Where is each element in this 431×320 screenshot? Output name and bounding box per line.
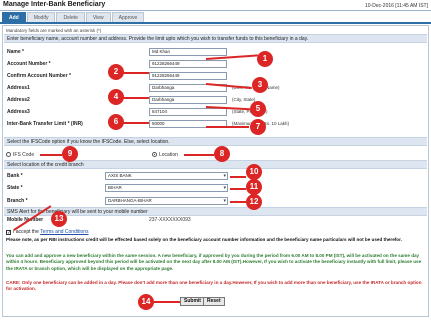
marker-arrow-7 [206, 126, 249, 128]
marker-11: 11 [246, 179, 262, 195]
marker-12: 12 [246, 194, 262, 210]
marker-10: 10 [246, 164, 262, 180]
label-branch: Branch * [7, 198, 28, 204]
label-bank: Bank * [7, 173, 23, 179]
label-address1: Address1 [7, 85, 30, 91]
terms-checkbox[interactable]: ✓ [6, 230, 11, 236]
page-title: Manage Inter-Bank Beneficiary [3, 1, 106, 8]
marker-arrow-11 [230, 188, 246, 190]
chevron-down-icon: ▾ [223, 185, 226, 191]
state-select-value: BIHAR [108, 185, 122, 190]
bank-select[interactable]: AXIS BANK ▾ [105, 172, 228, 180]
state-select[interactable]: BIHAR ▾ [105, 184, 228, 192]
mandatory-note: Mandatory fields are marked with an aste… [6, 28, 102, 33]
ifsc-prompt-bar: Select the IFSCode option if you know th… [4, 137, 427, 146]
marker-3: 3 [252, 77, 268, 93]
tab-approve[interactable]: Approve [111, 12, 145, 22]
label-address2: Address2 [7, 97, 30, 103]
address2-hint: (City, State) [232, 97, 256, 102]
location-radio[interactable] [152, 152, 157, 157]
tab-bar: Add Modify Delete View Approve [0, 12, 145, 22]
marker-9: 9 [62, 146, 78, 162]
marker-arrow-12 [230, 201, 246, 203]
tab-modify[interactable]: Modify [26, 12, 56, 22]
marker-5: 5 [250, 101, 266, 117]
label-address3: Address3 [7, 109, 30, 115]
branch-select[interactable]: DARBHANGA-BIHAR ▾ [105, 197, 228, 205]
chevron-down-icon: ▾ [223, 173, 226, 179]
chevron-down-icon: ▾ [223, 198, 226, 204]
branch-select-value: DARBHANGA-BIHAR [108, 198, 152, 203]
marker-arrow-8 [184, 154, 214, 156]
tab-add[interactable]: Add [2, 12, 26, 22]
tab-underline [0, 22, 431, 24]
submit-button[interactable]: Submit [180, 297, 205, 306]
address3-input[interactable]: 847104 [149, 108, 227, 116]
marker-arrow-9 [40, 154, 62, 156]
label-account-number: Account Number * [7, 61, 51, 67]
address2-input[interactable]: Darbhanga [149, 96, 227, 104]
ifsc-radio[interactable] [6, 152, 11, 157]
marker-arrow-6 [123, 122, 149, 124]
marker-7: 7 [250, 119, 266, 135]
bank-select-value: AXIS BANK [108, 173, 132, 178]
marker-2: 2 [108, 64, 124, 80]
marker-1: 1 [257, 51, 273, 67]
marker-14: 14 [138, 294, 154, 310]
label-confirm-account: Confirm Account Number * [7, 73, 71, 79]
label-name: Name * [7, 49, 24, 55]
sms-section-bar: SMS Alert for the beneficiary will be se… [4, 207, 427, 216]
activation-notice: You can add and approve a new beneficiar… [6, 253, 422, 271]
terms-link[interactable]: Terms and Conditions [40, 229, 88, 235]
care-notice: CARE: Only one beneficiary can be added … [6, 280, 422, 292]
form-panel [2, 25, 429, 317]
instruction-bar: Enter beneficiary name, account number a… [4, 34, 427, 43]
marker-arrow-14 [154, 301, 180, 303]
tab-delete[interactable]: Delete [56, 12, 85, 22]
account-number-input[interactable]: 91228266449 [149, 60, 227, 68]
name-input[interactable]: Md Khan [149, 48, 227, 56]
marker-6: 6 [108, 114, 124, 130]
confirm-account-input[interactable]: 91228266449 [149, 72, 227, 80]
page-header: Manage Inter-Bank Beneficiary 10-Dec-201… [0, 0, 431, 11]
marker-arrow-2 [123, 72, 149, 74]
location-radio-label: Location [159, 152, 178, 158]
mobile-value: 237-XXXXXXX093 [149, 217, 191, 223]
accept-terms-text: I accept the Terms and Conditions [13, 229, 89, 235]
label-transfer-limit: Inter-Bank Transfer Limit * (INR) [7, 121, 83, 127]
reset-button[interactable]: Reset [203, 297, 225, 306]
marker-4: 4 [108, 89, 124, 105]
marker-8: 8 [214, 146, 230, 162]
tab-view[interactable]: View [85, 12, 111, 22]
marker-arrow-4 [123, 97, 149, 99]
session-datetime: 10-Dec-2016 [11:45 AM IST] [365, 3, 428, 9]
marker-arrow-10 [230, 176, 246, 178]
marker-13: 13 [51, 211, 67, 227]
rbi-notice: Please note, as per RBI instructions cre… [6, 237, 402, 242]
accept-prefix: I accept the [13, 229, 39, 235]
label-state: State * [7, 185, 23, 191]
ifsc-radio-label: IFS Code [13, 152, 35, 158]
